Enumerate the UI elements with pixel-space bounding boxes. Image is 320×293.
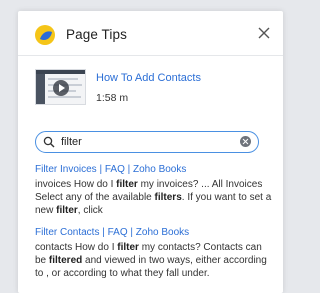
result-snippet: invoices How do I filter my invoices? ..… bbox=[35, 179, 272, 216]
search-icon bbox=[43, 136, 55, 148]
search-input[interactable] bbox=[61, 135, 231, 149]
result-item: Filter Invoices | FAQ | Zoho Books invoi… bbox=[35, 164, 275, 217]
result-item: Filter Contacts | FAQ | Zoho Books conta… bbox=[35, 227, 275, 280]
video-thumbnail[interactable] bbox=[35, 69, 86, 105]
video-duration: 1:58 m bbox=[96, 92, 129, 104]
page-title: Page Tips bbox=[66, 27, 127, 42]
result-snippet: contacts How do I filter my contacts? Co… bbox=[35, 242, 267, 279]
video-title-link[interactable]: How To Add Contacts bbox=[96, 72, 201, 84]
page-tips-panel: Page Tips How To Add Contacts 1:58 m fil… bbox=[18, 11, 283, 293]
page-tips-logo-icon bbox=[35, 25, 55, 45]
thumbnail-sidebar bbox=[36, 74, 45, 104]
clear-icon[interactable] bbox=[240, 136, 251, 147]
video-item[interactable]: How To Add Contacts 1:58 m bbox=[18, 56, 283, 116]
close-icon[interactable] bbox=[257, 26, 271, 40]
play-icon[interactable] bbox=[53, 80, 69, 96]
result-title-link[interactable]: Filter Contacts | FAQ | Zoho Books bbox=[35, 227, 275, 239]
search-results: Filter Invoices | FAQ | Zoho Books invoi… bbox=[35, 164, 275, 290]
result-title-link[interactable]: Filter Invoices | FAQ | Zoho Books bbox=[35, 164, 275, 176]
search-box[interactable] bbox=[35, 131, 259, 153]
panel-header: Page Tips bbox=[18, 11, 283, 56]
